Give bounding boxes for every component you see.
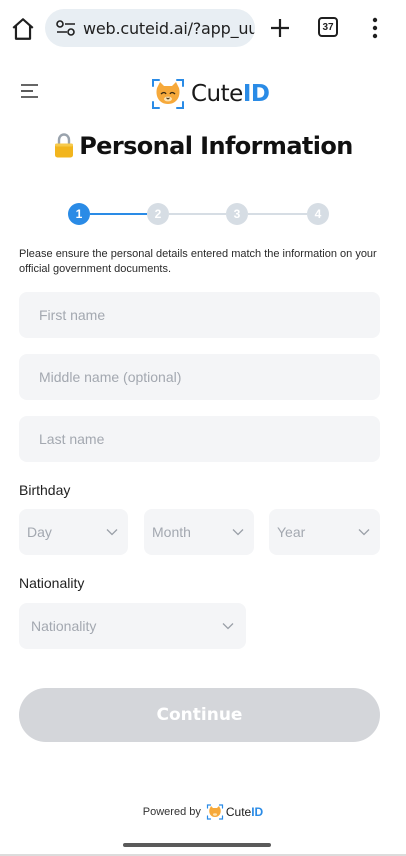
cat-logo-icon (152, 79, 184, 109)
step-connector (248, 213, 307, 215)
day-select[interactable]: Day (19, 509, 128, 555)
nationality-label: Nationality (19, 575, 85, 591)
url-text: web.cuteid.ai/?app_uuid (83, 18, 255, 38)
day-select-text: Day (27, 524, 52, 540)
month-select[interactable]: Month (144, 509, 254, 555)
chevron-down-icon (106, 529, 118, 536)
tab-count: 37 (322, 21, 334, 33)
step-2: 2 (147, 203, 169, 225)
step-number: 3 (233, 207, 241, 221)
lock-icon (55, 133, 74, 158)
year-select[interactable]: Year (269, 509, 380, 555)
step-4: 4 (307, 203, 329, 225)
progress-stepper: 1 2 3 4 (68, 203, 332, 225)
step-connector (169, 213, 226, 215)
year-select-text: Year (277, 524, 306, 540)
nationality-select[interactable]: Nationality (19, 603, 246, 649)
notice-text: Please ensure the personal details enter… (19, 248, 377, 275)
birthday-label: Birthday (19, 482, 71, 498)
step-3: 3 (226, 203, 248, 225)
footer-brand-accent: ID (251, 805, 264, 819)
cat-logo-icon (206, 804, 223, 820)
powered-by-text: Powered by (142, 806, 201, 818)
page-title-text: Personal Information (79, 132, 353, 160)
new-tab-icon[interactable] (266, 14, 294, 42)
site-settings-icon[interactable] (55, 19, 77, 37)
hamburger-menu-icon[interactable] (20, 83, 40, 99)
more-menu-icon[interactable] (368, 16, 382, 40)
brand-name: CuteID (191, 81, 270, 107)
month-select-text: Month (152, 524, 191, 540)
tab-switcher-button[interactable]: 37 (318, 17, 338, 37)
first-name-input[interactable] (19, 292, 380, 338)
home-indicator[interactable] (123, 843, 271, 847)
powered-by-footer: Powered by CuteID (0, 803, 406, 821)
browser-toolbar: web.cuteid.ai/?app_uuid 37 (0, 0, 406, 58)
address-bar[interactable]: web.cuteid.ai/?app_uuid (45, 9, 255, 47)
chevron-down-icon (232, 529, 244, 536)
brand-logo: CuteID (150, 76, 270, 112)
step-number: 2 (154, 207, 162, 221)
nationality-select-text: Nationality (31, 618, 97, 634)
step-number: 1 (75, 207, 83, 221)
footer-brand-plain: Cute (225, 805, 252, 819)
brand-name-accent: ID (242, 81, 270, 107)
brand-name-plain: Cute (191, 81, 243, 107)
step-1: 1 (68, 203, 90, 225)
home-icon[interactable] (10, 16, 36, 42)
footer-brand: CuteID (226, 805, 263, 819)
chevron-down-icon (358, 529, 370, 536)
chevron-down-icon (222, 623, 234, 630)
last-name-input[interactable] (19, 416, 380, 462)
continue-button[interactable]: Continue (19, 688, 380, 742)
middle-name-input[interactable] (19, 354, 380, 400)
step-connector (90, 213, 147, 215)
page-title: Personal Information (0, 132, 406, 160)
step-number: 4 (314, 207, 322, 221)
